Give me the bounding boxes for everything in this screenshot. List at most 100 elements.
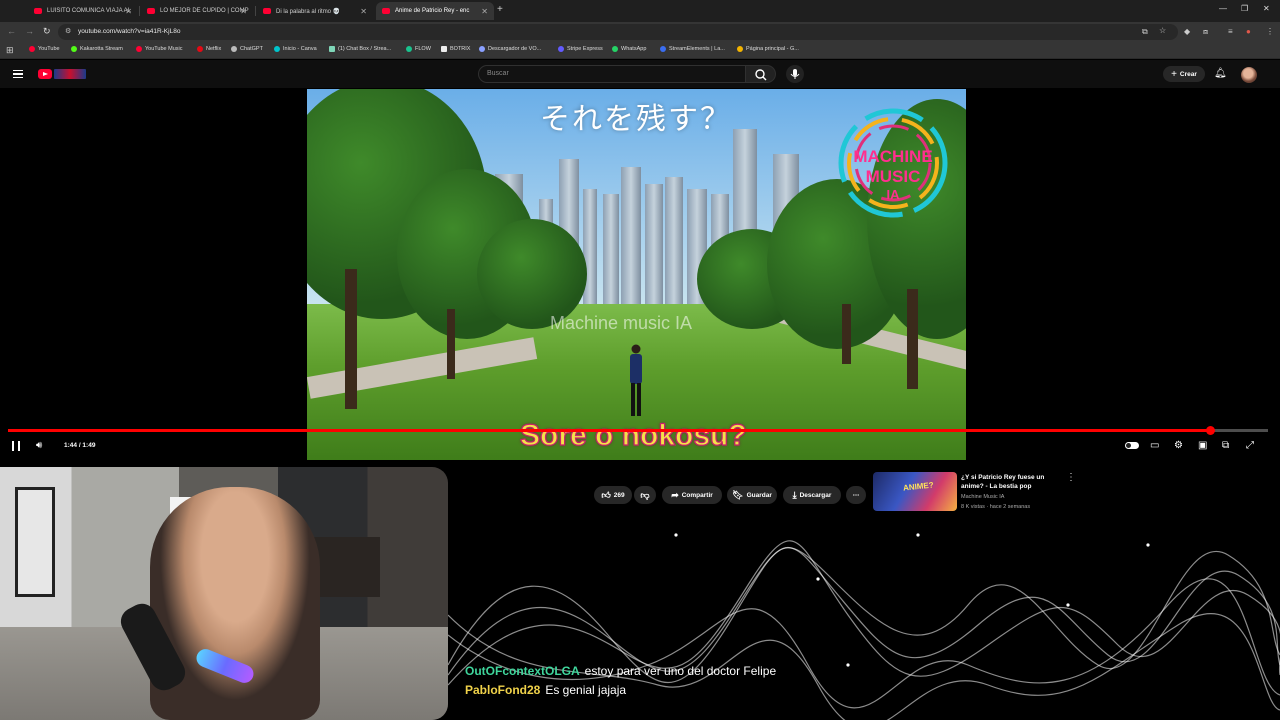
bookmark-kakarotta-stream[interactable]: Kakarotta Stream [71,46,123,52]
bookmark-stripe-express[interactable]: Stripe Express [558,46,603,52]
minimize-icon[interactable]: — [1219,4,1227,13]
url-text: youtube.com/watch?v=ia41R-KjL8o [78,28,181,35]
subtitles-icon[interactable]: ▭ [1150,440,1159,451]
account-avatar[interactable] [1241,67,1257,83]
hamburger-menu-icon[interactable] [13,70,23,78]
thumbs-down-icon: 👎︎ [640,489,650,500]
more-vertical-icon[interactable]: ⋮ [1066,472,1076,483]
bookmark-whatsapp[interactable]: WhatsApp [612,46,646,52]
bookmark-google-home[interactable]: Página principal - G... [737,46,799,52]
recommended-title[interactable]: ¿Y si Patricio Rey fuese un anime? - La … [961,473,1061,491]
recommended-thumbnail[interactable]: ANIME? [873,472,957,511]
close-tab-icon[interactable]: ✕ [481,7,488,16]
tree-trunk [345,269,357,409]
apps-grid-icon[interactable]: ⊞ [6,45,14,56]
profile-icon[interactable]: ● [1246,27,1251,36]
miniplayer-icon[interactable]: ▣ [1198,440,1207,451]
bookmark-chat-box[interactable]: (1) Chat Box / Strea... [329,46,391,52]
install-app-icon[interactable]: ⧉ [1142,27,1148,37]
botrix-icon [441,46,447,52]
share-button[interactable]: ➦ Compartir [662,486,722,504]
dislike-button[interactable]: 👎︎ [634,486,656,504]
bookmark-youtube[interactable]: YouTube [29,46,60,52]
site-info-icon[interactable]: ⚙ [65,27,71,35]
close-window-icon[interactable]: ✕ [1263,4,1270,13]
download-icon: ⤓ [792,489,797,500]
bookmark-canva[interactable]: Inicio - Canva [274,46,317,52]
extension-icon[interactable]: ◆ [1184,27,1190,36]
search-icon [755,69,767,81]
bookmark-label: BOTRIX [450,46,471,52]
save-button[interactable]: 🔖︎ Guardar [727,486,777,504]
bookmark-label: Kakarotta Stream [80,46,123,52]
bookmark-botrix[interactable]: BOTRIX [441,46,470,52]
bookmark-netflix[interactable]: Netflix [197,46,221,52]
youtube-favicon-icon [34,8,42,14]
search-input[interactable]: Buscar [478,65,746,83]
time-display: 1:44 / 1:49 [64,442,96,449]
cast-icon[interactable]: ⧉ [1222,440,1229,451]
tab-divider [255,6,256,16]
bookmark-chatgpt[interactable]: ChatGPT [231,46,263,52]
youtube-country-doodle[interactable] [54,69,86,79]
download-site-icon [479,46,485,52]
progress-scrubber-handle[interactable] [1206,426,1215,435]
bookmark-youtube-music[interactable]: YouTube Music [136,46,183,52]
bookmark-label: Netflix [206,46,222,52]
tab-title: LO MEJOR DE CUPIDO | COMP [160,8,249,14]
reload-icon[interactable]: ↻ [43,26,51,37]
skyscraper [645,184,663,304]
fullscreen-icon[interactable]: ⤢ [1246,440,1254,451]
new-tab-button[interactable]: + [497,4,503,15]
youtube-icon [29,46,35,52]
close-tab-icon[interactable]: ✕ [240,7,247,16]
tree-trunk [842,304,851,364]
autoplay-toggle[interactable] [1125,442,1139,449]
video-player[interactable]: それを残す？ Machine music IA MACHINE MUSIC IA… [307,89,966,460]
maximize-icon[interactable]: ❐ [1241,4,1248,13]
download-button[interactable]: ⤓ Descargar [783,486,841,504]
bookmark-star-icon[interactable]: ☆ [1159,26,1166,35]
browser-menu-icon[interactable]: ⋮ [1266,27,1274,36]
close-tab-icon[interactable]: ✕ [125,7,132,16]
bookmark-streamelements[interactable]: StreamElements | La... [660,46,725,52]
address-bar-row: ← → ↻ ⚙ youtube.com/watch?v=ia41R-KjL8o … [0,22,1280,42]
more-actions-button[interactable]: ⋯ [846,486,866,504]
logo-text-music: MUSIC [865,167,921,186]
youtube-favicon-icon [382,8,390,14]
pause-icon[interactable] [12,441,20,451]
search-button[interactable] [746,65,776,83]
recommended-channel[interactable]: Machine Music IA [961,494,1004,500]
thumbs-up-icon: 👍︎ [601,489,611,500]
standing-man-figure [630,344,642,416]
notifications-bell-icon[interactable]: 🔔︎ [1214,68,1227,79]
like-button[interactable]: 👍︎ 269 [594,486,632,504]
youtube-logo-icon[interactable] [38,69,52,79]
bookmark-descargador[interactable]: Descargador de VO... [479,46,541,52]
whatsapp-icon [612,46,618,52]
recommended-meta: 8 K vistas · hace 2 semanas [961,504,1031,510]
logo-text-ia: IA [886,187,900,202]
skyscraper [621,167,641,304]
bookmarks-bar: ⊞ YouTube Kakarotta Stream YouTube Music… [0,42,1280,59]
browser-tab[interactable]: LUISITO COMUNICA VIAJA AL ✕ [28,2,138,20]
microphone-icon [790,69,800,79]
volume-icon[interactable]: 🔊︎ [36,440,42,451]
browser-tab[interactable]: LO MEJOR DE CUPIDO | COMP ✕ [141,2,253,20]
voice-search-button[interactable] [786,65,804,83]
browser-tab-active[interactable]: Anime de Patricio Rey - enc ✕ [376,2,494,20]
media-control-icon[interactable]: ≡ [1228,27,1233,36]
create-button[interactable]: + Crear [1163,66,1205,82]
browser-tab[interactable]: Di la palabra al ritmo 💀 ✕ [257,2,373,20]
close-tab-icon[interactable]: ✕ [360,7,367,16]
search-placeholder: Buscar [487,70,509,77]
settings-gear-icon[interactable]: ⚙ [1174,440,1183,451]
bookmark-label: Descargador de VO... [488,46,542,52]
bookmark-flow[interactable]: FLOW [406,46,431,52]
bookmark-label: FLOW [415,46,431,52]
extensions-puzzle-icon[interactable]: ⧈ [1203,27,1208,37]
url-field[interactable]: ⚙ youtube.com/watch?v=ia41R-KjL8o ⧉ ☆ [58,24,1178,40]
back-icon[interactable]: ← [7,26,16,36]
bookmark-label: ChatGPT [240,46,263,52]
forward-icon[interactable]: → [25,26,34,36]
